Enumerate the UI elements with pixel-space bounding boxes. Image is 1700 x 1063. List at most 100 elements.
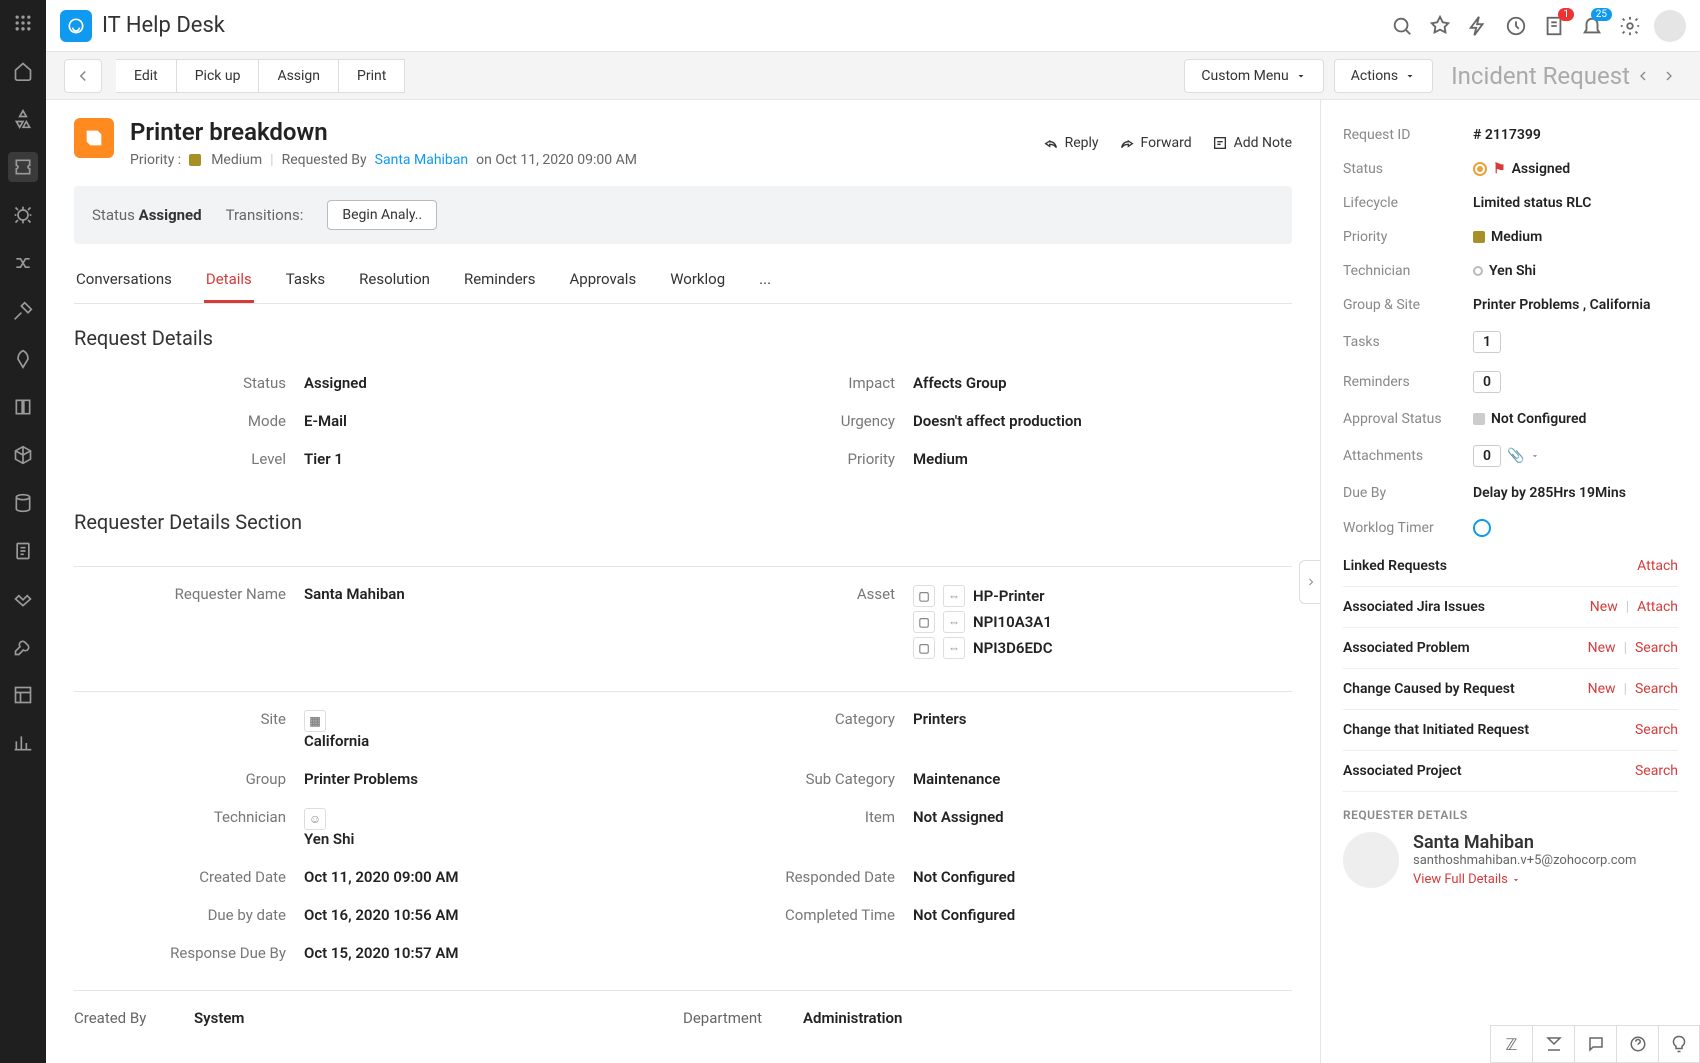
- tab-tasks[interactable]: Tasks: [284, 258, 327, 303]
- rail-ticket-icon[interactable]: [8, 152, 38, 182]
- pickup-button[interactable]: Pick up: [177, 59, 260, 93]
- problem-new[interactable]: New: [1588, 640, 1616, 656]
- add-note-button[interactable]: Add Note: [1212, 135, 1292, 151]
- rail-book-icon[interactable]: [8, 392, 38, 422]
- rail-database-icon[interactable]: [8, 488, 38, 518]
- jira-attach[interactable]: Attach: [1637, 599, 1678, 615]
- rail-rocket-icon[interactable]: [8, 344, 38, 374]
- bb-bulb-icon[interactable]: [1658, 1025, 1700, 1063]
- print-button[interactable]: Print: [339, 59, 405, 93]
- tab-more[interactable]: ...: [757, 258, 773, 303]
- timer-icon[interactable]: [1473, 519, 1491, 537]
- rail-chart-icon[interactable]: [8, 728, 38, 758]
- field-impact: Affects Group: [913, 374, 1292, 392]
- status-strip: Status Assigned Transitions: Begin Analy…: [74, 186, 1292, 244]
- linked-requests-attach[interactable]: Attach: [1637, 558, 1678, 574]
- next-record-button[interactable]: [1656, 63, 1682, 89]
- rail-tools-icon[interactable]: [8, 296, 38, 326]
- forward-button[interactable]: Forward: [1119, 135, 1192, 151]
- rp-priority: Medium: [1473, 229, 1678, 245]
- rail-doc-icon[interactable]: [8, 536, 38, 566]
- expand-sidebar-button[interactable]: [1299, 560, 1320, 604]
- gray-square-icon: [1473, 413, 1485, 425]
- change-caused-new[interactable]: New: [1588, 681, 1616, 697]
- field-created-by: System: [194, 1009, 683, 1027]
- bottom-toolbar: ℤ: [1490, 1025, 1700, 1063]
- prev-record-button[interactable]: [1630, 63, 1656, 89]
- requested-on: on Oct 11, 2020 09:00 AM: [476, 152, 637, 168]
- link-icon: ⇔: [943, 611, 965, 633]
- person-icon: ☺: [304, 808, 326, 830]
- view-full-details-link[interactable]: View Full Details: [1413, 872, 1636, 887]
- tab-reminders[interactable]: Reminders: [462, 258, 538, 303]
- action-bar: Edit Pick up Assign Print Custom Menu Ac…: [46, 52, 1700, 100]
- chevron-down-icon[interactable]: [1530, 451, 1540, 461]
- requester-link[interactable]: Santa Mahiban: [375, 152, 469, 168]
- topbar: IT Help Desk 1 25: [46, 0, 1700, 52]
- change-init-label: Change that Initiated Request: [1343, 722, 1529, 738]
- tab-conversations[interactable]: Conversations: [74, 258, 174, 303]
- field-response-due: Oct 15, 2020 10:57 AM: [304, 944, 683, 962]
- begin-transition-button[interactable]: Begin Analy..: [327, 200, 437, 230]
- user-avatar[interactable]: [1654, 10, 1686, 42]
- field-item: Not Assigned: [913, 808, 1292, 848]
- rail-home-icon[interactable]: [8, 56, 38, 86]
- custom-menu-dropdown[interactable]: Custom Menu: [1184, 59, 1323, 93]
- jira-new[interactable]: New: [1590, 599, 1618, 615]
- project-search[interactable]: Search: [1635, 763, 1678, 779]
- history-icon[interactable]: [1502, 12, 1530, 40]
- back-button[interactable]: [64, 59, 102, 93]
- change-init-search[interactable]: Search: [1635, 722, 1678, 738]
- rp-status: ⚑Assigned: [1473, 161, 1678, 177]
- tab-approvals[interactable]: Approvals: [567, 258, 638, 303]
- product-icon: [60, 10, 92, 42]
- field-assets: ▢⇔HP-Printer ▢⇔NPI10A3A1 ▢⇔NPI3D6EDC: [913, 585, 1292, 663]
- pin-icon[interactable]: [1426, 12, 1454, 40]
- tab-details[interactable]: Details: [204, 258, 254, 303]
- bb-assistant-icon[interactable]: ℤ: [1490, 1025, 1532, 1063]
- rp-tasks-count[interactable]: 1: [1473, 331, 1501, 353]
- section-request-details: Request Details: [74, 326, 1292, 350]
- bb-compose-icon[interactable]: [1532, 1025, 1574, 1063]
- rail-bug-icon[interactable]: [8, 200, 38, 230]
- bb-chat-icon[interactable]: [1574, 1025, 1616, 1063]
- rail-cube-icon[interactable]: [8, 440, 38, 470]
- bb-help-icon[interactable]: [1616, 1025, 1658, 1063]
- status-strip-value: Assigned: [139, 206, 202, 224]
- field-site: ▦California: [304, 710, 683, 750]
- search-icon[interactable]: [1388, 12, 1416, 40]
- rail-layout-icon[interactable]: [8, 680, 38, 710]
- change-caused-search[interactable]: Search: [1635, 681, 1678, 697]
- reply-button[interactable]: Reply: [1043, 135, 1099, 151]
- tab-resolution[interactable]: Resolution: [357, 258, 432, 303]
- rail-wrench-icon[interactable]: [8, 632, 38, 662]
- ticket-type-icon: [74, 118, 114, 158]
- rail-handshake-icon[interactable]: [8, 584, 38, 614]
- field-level: Tier 1: [304, 450, 683, 468]
- rp-reminders-count[interactable]: 0: [1473, 371, 1501, 393]
- paperclip-icon[interactable]: 📎: [1507, 448, 1524, 464]
- requester-name: Santa Mahiban: [1413, 832, 1636, 853]
- tab-worklog[interactable]: Worklog: [668, 258, 727, 303]
- assign-button[interactable]: Assign: [259, 59, 339, 93]
- change-caused-label: Change Caused by Request: [1343, 681, 1515, 697]
- requester-email: santhoshmahiban.v+5@zohocorp.com: [1413, 853, 1636, 868]
- rp-attachments-count[interactable]: 0: [1473, 445, 1501, 467]
- edit-button[interactable]: Edit: [116, 59, 177, 93]
- notifications-icon[interactable]: 25: [1578, 12, 1606, 40]
- actions-dropdown[interactable]: Actions: [1334, 59, 1433, 93]
- gear-icon[interactable]: [1616, 12, 1644, 40]
- field-category: Printers: [913, 710, 1292, 750]
- link-icon: ⇔: [943, 585, 965, 607]
- left-rail: [0, 0, 46, 1063]
- field-mode: E-Mail: [304, 412, 683, 430]
- bolt-icon[interactable]: [1464, 12, 1492, 40]
- priority-chip-icon: [189, 154, 201, 166]
- field-due-by: Oct 16, 2020 10:56 AM: [304, 906, 683, 924]
- priority-value: Medium: [211, 152, 262, 168]
- problem-search[interactable]: Search: [1635, 640, 1678, 656]
- rail-apps-icon[interactable]: [8, 8, 38, 38]
- rail-integrate-icon[interactable]: [8, 104, 38, 134]
- rail-shuffle-icon[interactable]: [8, 248, 38, 278]
- alerts-icon[interactable]: 1: [1540, 12, 1568, 40]
